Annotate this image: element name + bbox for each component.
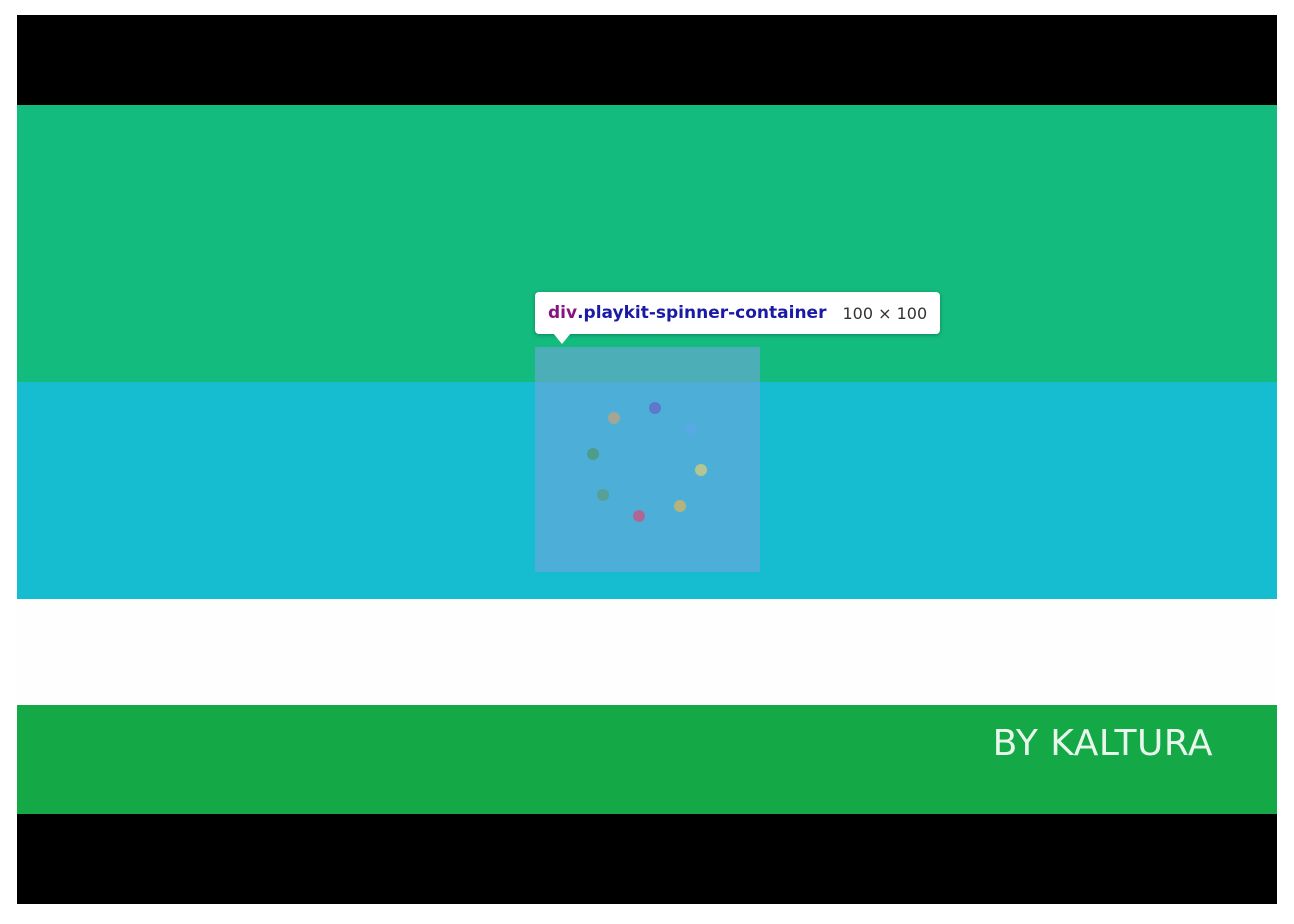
inspector-tag-name: div — [548, 303, 578, 323]
video-band-white — [17, 599, 1277, 705]
spinner-container — [535, 347, 760, 572]
video-band-green-top — [17, 105, 1277, 382]
spinner-dot — [695, 464, 708, 477]
spinner-dot — [632, 510, 645, 523]
inspector-class-name: .playkit-spinner-container — [577, 303, 827, 323]
inspector-tooltip-arrow — [553, 333, 571, 344]
video-player[interactable]: BY KALTURA — [17, 15, 1277, 904]
spinner-dot — [596, 488, 609, 501]
brand-text: BY KALTURA — [992, 723, 1213, 764]
spinner-dot — [673, 500, 686, 513]
spinner-dot — [649, 401, 662, 414]
spinner-dot — [685, 423, 698, 436]
inspector-tooltip: div .playkit-spinner-container 100 × 100 — [535, 292, 941, 334]
inspector-dimensions: 100 × 100 — [842, 303, 928, 323]
spinner-dot — [586, 447, 599, 460]
spinner-dot — [608, 411, 621, 424]
